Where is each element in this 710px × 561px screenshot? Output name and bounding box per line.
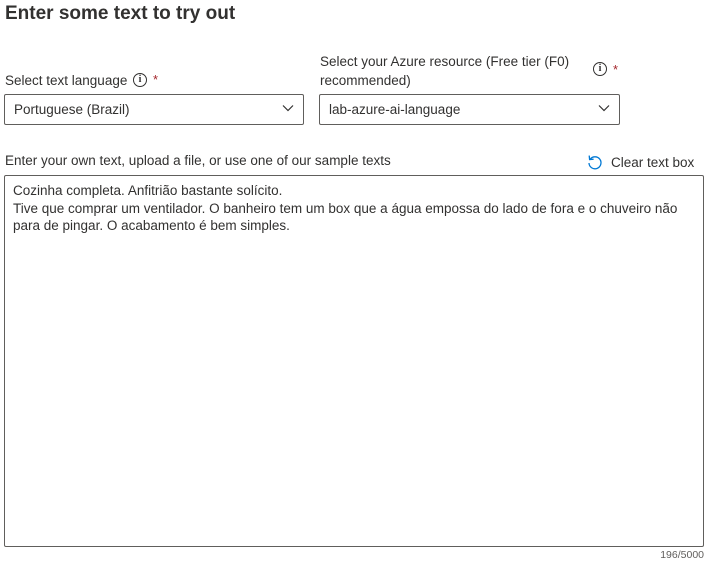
section-title: Enter some text to try out <box>5 3 236 24</box>
text-instructions: Enter your own text, upload a file, or u… <box>5 153 391 168</box>
info-icon[interactable]: i <box>133 73 147 87</box>
character-count: 196/5000 <box>660 549 704 561</box>
chevron-down-icon <box>598 105 610 112</box>
text-input-area[interactable]: Cozinha completa. Anfitrião bastante sol… <box>4 175 704 547</box>
required-marker: * <box>153 72 159 87</box>
resource-dropdown[interactable]: lab-azure-ai-language <box>319 94 620 125</box>
resource-selected-value: lab-azure-ai-language <box>329 102 461 117</box>
required-marker: * <box>613 62 619 77</box>
clear-text-box-label: Clear text box <box>611 154 695 170</box>
refresh-icon <box>588 155 602 170</box>
info-icon[interactable]: i <box>593 62 607 76</box>
language-selected-value: Portuguese (Brazil) <box>14 102 130 117</box>
language-dropdown[interactable]: Portuguese (Brazil) <box>4 94 304 125</box>
language-label: Select text language <box>5 73 128 88</box>
chevron-down-icon <box>282 105 294 112</box>
resource-label: Select your Azure resource (Free tier (F… <box>320 54 570 88</box>
clear-text-box-button[interactable]: Clear text box <box>586 152 694 172</box>
